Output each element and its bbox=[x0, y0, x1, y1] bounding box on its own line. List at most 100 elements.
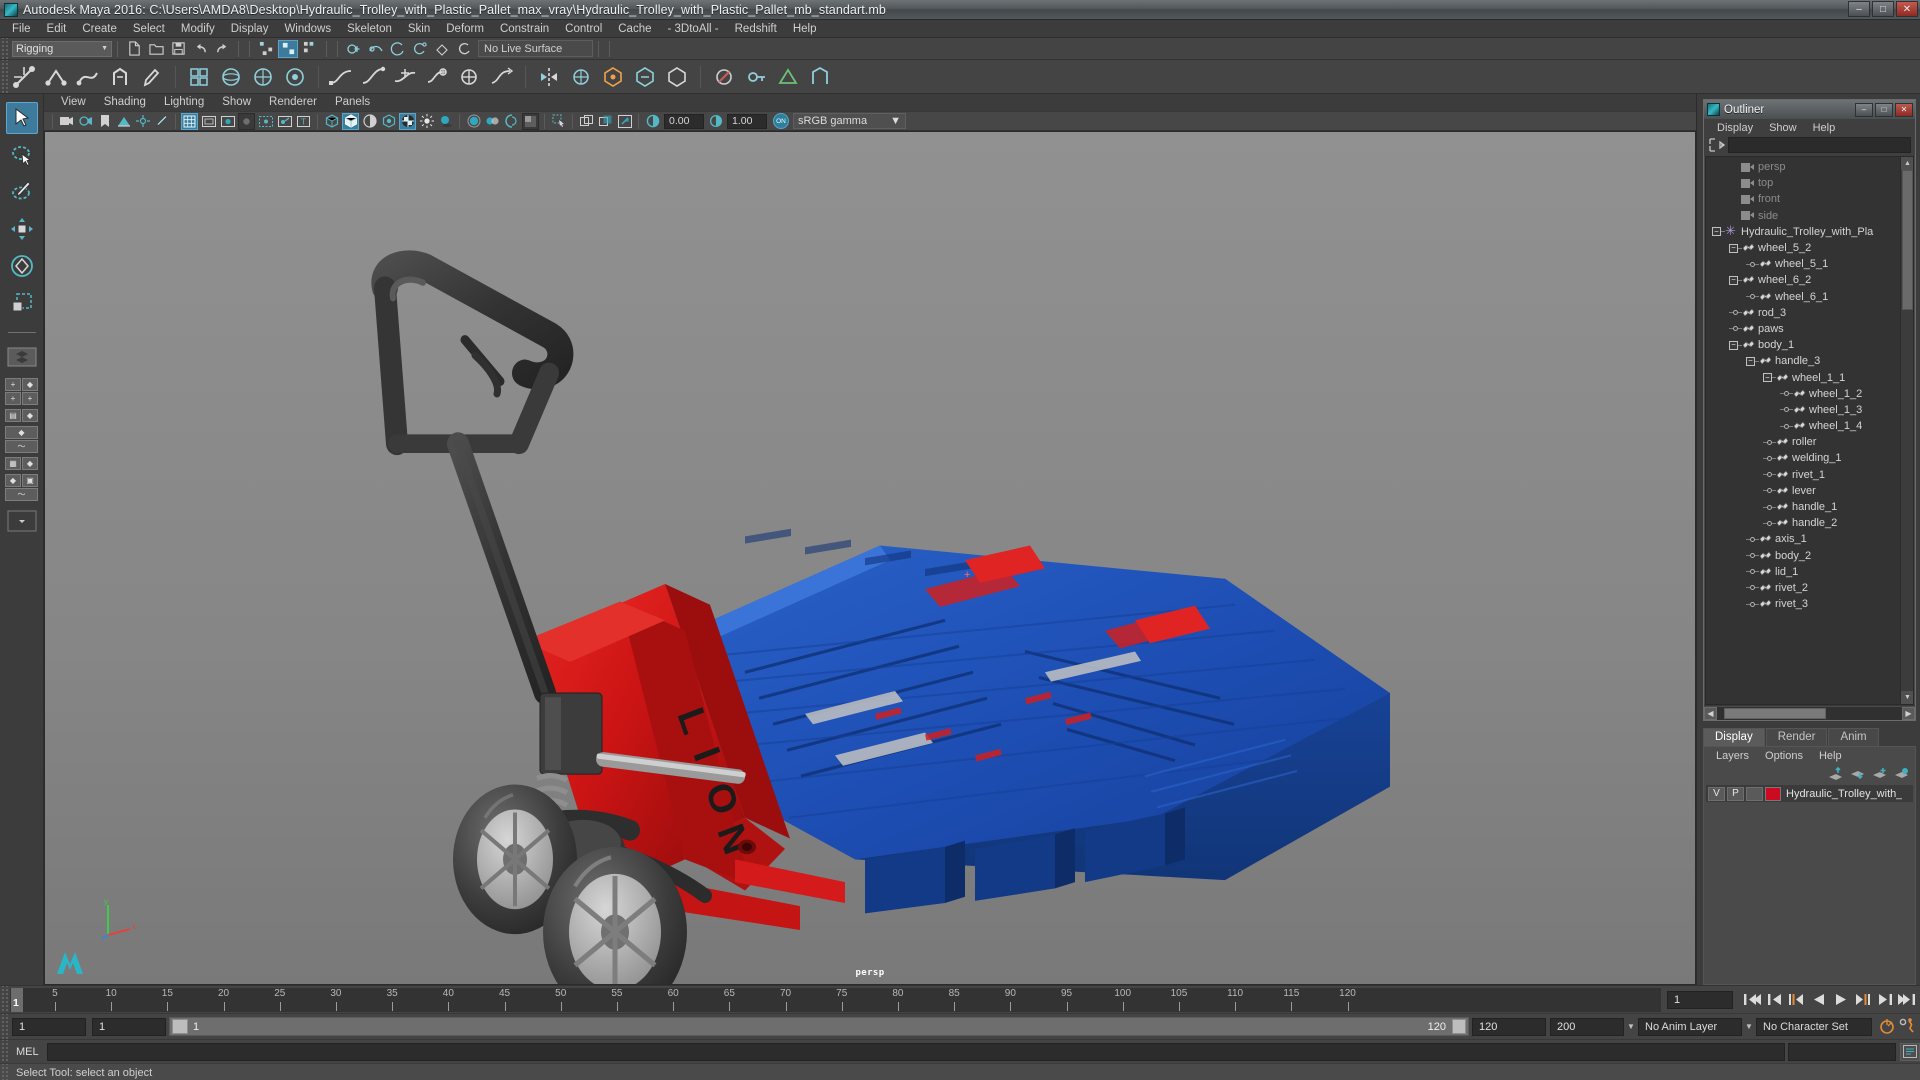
persp-panel-button[interactable]: ◆ bbox=[5, 474, 21, 487]
ik-handle-tool-icon[interactable] bbox=[41, 63, 71, 91]
gamma-icon[interactable] bbox=[707, 113, 724, 130]
gate-mask-icon[interactable] bbox=[238, 112, 255, 130]
step-forward-frame-icon[interactable] bbox=[1853, 991, 1872, 1009]
toolbar-grip[interactable] bbox=[0, 38, 8, 59]
single-pane-layout-button[interactable]: + bbox=[5, 378, 21, 391]
range-left-handle[interactable] bbox=[172, 1019, 188, 1034]
image-plane-icon[interactable] bbox=[115, 113, 132, 130]
auto-keyframe-toggle-icon[interactable] bbox=[1878, 1018, 1897, 1036]
motion-blur-icon[interactable] bbox=[484, 113, 501, 130]
show-last-tool-icon[interactable] bbox=[6, 341, 38, 373]
layer-tab-anim[interactable]: Anim bbox=[1828, 728, 1879, 746]
nonlinear-deformer-icon[interactable] bbox=[805, 63, 835, 91]
save-scene-icon[interactable] bbox=[168, 40, 188, 58]
outliner-horizontal-scrollbar[interactable]: ◀ ▶ bbox=[1704, 705, 1915, 720]
step-back-key-icon[interactable] bbox=[1765, 991, 1784, 1009]
interactive-bind-icon[interactable] bbox=[630, 63, 660, 91]
collapse-toggle-icon[interactable]: − bbox=[1729, 340, 1738, 350]
persp-layout-button[interactable]: ◆ bbox=[22, 409, 38, 422]
viewport-menu-lighting[interactable]: Lighting bbox=[155, 94, 213, 111]
layer-playback-toggle[interactable]: P bbox=[1727, 786, 1744, 801]
outliner-item[interactable]: wheel_1_2 bbox=[1706, 386, 1913, 402]
hypershade-layout-button[interactable]: ▦ bbox=[5, 457, 21, 470]
render-view-layout-button[interactable]: ◆ bbox=[22, 457, 38, 470]
outliner-hscroll-thumb[interactable] bbox=[1724, 707, 1827, 719]
menu-item-edit[interactable]: Edit bbox=[39, 20, 75, 38]
collapse-toggle-icon[interactable]: − bbox=[1729, 243, 1738, 253]
outliner-item[interactable]: − handle_3 bbox=[1706, 353, 1913, 369]
create-deformer-icon[interactable] bbox=[773, 63, 803, 91]
toggle-panel-icon[interactable] bbox=[578, 113, 595, 130]
character-set-selector[interactable]: No Character Set bbox=[1756, 1017, 1872, 1036]
outliner-maximize-button[interactable]: □ bbox=[1875, 102, 1893, 117]
lattice-deformer-icon[interactable] bbox=[184, 63, 214, 91]
scroll-down-arrow-icon[interactable]: ▼ bbox=[1901, 691, 1913, 704]
move-tool-icon[interactable] bbox=[6, 213, 38, 245]
step-back-frame-icon[interactable] bbox=[1787, 991, 1806, 1009]
menu-item-skeleton[interactable]: Skeleton bbox=[339, 20, 400, 38]
command-input[interactable] bbox=[47, 1045, 1784, 1062]
menu-item-modify[interactable]: Modify bbox=[173, 20, 223, 38]
outliner-item[interactable]: − body_1 bbox=[1706, 337, 1913, 353]
select-camera-icon[interactable] bbox=[58, 113, 75, 130]
step-forward-key-icon[interactable] bbox=[1875, 991, 1894, 1009]
four-pane-layout-button[interactable]: + bbox=[22, 392, 38, 405]
outliner-item[interactable]: axis_1 bbox=[1706, 531, 1913, 547]
redo-icon[interactable] bbox=[212, 40, 232, 58]
cv-curve-tool-icon[interactable] bbox=[359, 63, 389, 91]
script-editor-icon[interactable] bbox=[1900, 1042, 1920, 1061]
play-backwards-icon[interactable] bbox=[1809, 991, 1828, 1009]
viewport-menu-show[interactable]: Show bbox=[213, 94, 260, 111]
anim-layer-dropdown-arrow-icon[interactable]: ▼ bbox=[1624, 1022, 1638, 1031]
shade-wireframe-icon[interactable] bbox=[361, 113, 378, 130]
persp-outliner-layout-button[interactable]: ◆ bbox=[5, 426, 38, 439]
menu-item-control[interactable]: Control bbox=[557, 20, 610, 38]
snap-to-curve-icon[interactable] bbox=[366, 40, 386, 58]
command-input-wrapper[interactable] bbox=[46, 1042, 1785, 1062]
animation-end-field[interactable]: 120 bbox=[1472, 1017, 1546, 1036]
current-time-field[interactable]: 1 bbox=[1667, 990, 1733, 1009]
outliner-layout-button[interactable]: ▤ bbox=[5, 409, 21, 422]
minimize-button[interactable]: – bbox=[1848, 1, 1870, 17]
menu-item-create[interactable]: Create bbox=[74, 20, 125, 38]
scroll-right-arrow-icon[interactable]: ▶ bbox=[1902, 706, 1915, 720]
playback-end-field[interactable]: 200 bbox=[1550, 1017, 1624, 1036]
select-tool-icon[interactable] bbox=[5, 102, 38, 134]
exposure-field[interactable]: 0.00 bbox=[664, 113, 704, 129]
time-slider-grip[interactable] bbox=[0, 986, 8, 1013]
layer-menu-layers[interactable]: Layers bbox=[1708, 750, 1757, 762]
scale-tool-icon[interactable] bbox=[6, 287, 38, 319]
outliner-item[interactable]: − wheel_6_2 bbox=[1706, 272, 1913, 288]
move-layer-down-icon[interactable] bbox=[1850, 767, 1865, 781]
move-layer-up-icon[interactable] bbox=[1828, 766, 1843, 781]
screen-space-ao-icon[interactable] bbox=[465, 113, 482, 130]
detach-curve-icon[interactable] bbox=[455, 63, 485, 91]
camera-attributes-icon[interactable] bbox=[77, 113, 94, 130]
curve-tool-icon[interactable] bbox=[327, 63, 357, 91]
light-shading-icon[interactable] bbox=[418, 113, 435, 130]
character-set-dropdown-arrow-icon[interactable]: ▼ bbox=[1742, 1022, 1756, 1031]
paint-weights-icon[interactable] bbox=[137, 63, 167, 91]
gamma-field[interactable]: 1.00 bbox=[727, 113, 767, 129]
outliner-item[interactable]: rivet_2 bbox=[1706, 580, 1913, 596]
outliner-item[interactable]: top bbox=[1706, 175, 1913, 191]
resolution-gate-icon[interactable] bbox=[219, 113, 236, 130]
outliner-close-button[interactable]: ✕ bbox=[1895, 102, 1913, 117]
shadows-icon[interactable] bbox=[437, 113, 454, 130]
range-start-field[interactable]: 1 bbox=[12, 1017, 86, 1036]
outliner-menu-display[interactable]: Display bbox=[1709, 122, 1761, 134]
outliner-item[interactable]: lid_1 bbox=[1706, 564, 1913, 580]
orient-joint-icon[interactable] bbox=[566, 63, 596, 91]
outliner-item[interactable]: welding_1 bbox=[1706, 450, 1913, 466]
three-pane-layout-button[interactable]: + bbox=[5, 392, 21, 405]
layer-state-toggle[interactable] bbox=[1746, 786, 1763, 801]
time-slider[interactable]: 1 5 10 15 20 25 30 35 40 45 50 55 60 65 70 75 80 85 90 95 1… bbox=[10, 987, 1661, 1012]
create-cluster-icon[interactable] bbox=[105, 63, 135, 91]
add-layer-icon[interactable] bbox=[1872, 767, 1887, 781]
display-layer-row[interactable]: V P Hydraulic_Trolley_with_ bbox=[1706, 785, 1913, 802]
outliner-item[interactable]: wheel_6_1 bbox=[1706, 289, 1913, 305]
collapse-toggle-icon[interactable]: − bbox=[1746, 356, 1755, 366]
lasso-tool-icon[interactable] bbox=[6, 139, 38, 171]
menu-item-deform[interactable]: Deform bbox=[438, 20, 492, 38]
select-by-object-type-icon[interactable] bbox=[278, 39, 298, 58]
